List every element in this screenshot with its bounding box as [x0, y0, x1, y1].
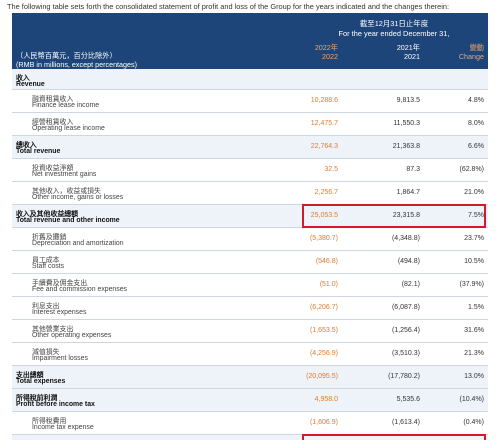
table-row: 手續費及佣金支出 Fee and commission expenses (51.0… [12, 274, 488, 297]
value-2021: (17,780.2) [388, 373, 420, 380]
value-change: 7.5% [468, 212, 484, 219]
value-2022: (6,206.7) [309, 304, 338, 311]
value-change: 10.5% [464, 258, 484, 265]
row-label-en: Other income, gains or losses [32, 194, 124, 201]
table-row: 融資租賃收入 Finance lease income 10,288.6 9,813.… [12, 90, 488, 113]
table-row: 年度利潤Profit for the year3,351.13,922.2(14… [12, 435, 488, 440]
table-row: 投資收益淨額 Net investment gains 32.5 87.3 (62.8%… [12, 159, 488, 182]
value-2022: 12,475.7 [310, 120, 338, 127]
column-header-2021-en: 2021 [404, 52, 420, 61]
row-label-en: Interest expenses [32, 309, 87, 316]
value-2022: (5,380.7) [309, 235, 338, 242]
row-label-en: Revenue [16, 81, 45, 88]
value-2021: 11,550.3 [393, 120, 420, 127]
row-label-en: Impairment losses [32, 355, 88, 362]
period-heading-en: For the year ended December 31, [338, 29, 450, 38]
value-2022: (20,095.5) [306, 373, 338, 380]
units-heading-zh: （人民幣百萬元，百分比除外） [16, 51, 117, 60]
table-row: 所得稅費用 Income tax expense (1,606.9) (1,613.4… [12, 412, 488, 435]
value-change: 4.8% [468, 97, 484, 104]
column-header-change: 變動 Change [459, 43, 484, 61]
page: The following table sets forth the conso… [0, 0, 500, 440]
table-row: 經營租賃收入 Operating lease income 12,475.7 11,5… [12, 113, 488, 136]
value-change: (37.9%) [459, 281, 484, 288]
value-2021: 23,315.8 [392, 212, 420, 219]
column-header-change-zh: 變動 [469, 43, 484, 52]
row-label-en: Income tax expense [32, 424, 94, 431]
value-change: (10.4%) [459, 396, 484, 403]
table-header: 截至12月31日止年度 For the year ended December … [12, 13, 488, 69]
value-2022: 25,053.5 [310, 212, 338, 219]
column-header-2022: 2022年 2022 [315, 43, 338, 61]
table-row: 其他收入，收益或損失 Other income, gains or losses 2… [12, 182, 488, 205]
value-2022: 22,764.3 [310, 143, 338, 150]
value-2021: 9,813.5 [396, 97, 420, 104]
table-row: 所得稅前利潤 Profit before income tax 4,958.0 5,5… [12, 389, 488, 412]
value-change: (0.4%) [463, 419, 484, 426]
value-2021: (1,256.4) [391, 327, 420, 334]
value-2021: (6,087.8) [391, 304, 420, 311]
value-2022: (1,653.5) [309, 327, 338, 334]
row-label-en: Staff costs [32, 263, 65, 270]
row-label-en: Depreciation and amortization [32, 240, 124, 247]
units-heading: （人民幣百萬元，百分比除外） (RMB in millions, except … [16, 51, 137, 69]
table-row: 支出總額 Total expenses (20,095.5) (17,780.2) 13… [12, 366, 488, 389]
column-header-2022-en: 2022 [322, 52, 338, 61]
column-header-2021-zh: 2021年 [396, 43, 420, 52]
value-2022: (51.0) [319, 281, 338, 288]
value-change: 21.0% [464, 189, 484, 196]
value-2021: (82.1) [401, 281, 420, 288]
value-change: 23.7% [464, 235, 484, 242]
period-heading-zh: 截至12月31日止年度 [359, 19, 429, 28]
row-label-en: Total revenue [16, 148, 61, 155]
value-2021: (1,613.4) [391, 419, 420, 426]
profit-loss-table: 截至12月31日止年度 For the year ended December … [12, 13, 488, 440]
row-label-en: Total expenses [16, 378, 66, 385]
value-2021: (3,510.3) [391, 350, 420, 357]
row-label-en: Profit before income tax [16, 401, 95, 408]
value-2022: 10,288.6 [310, 97, 338, 104]
value-2021: (494.8) [397, 258, 420, 265]
value-2022: 32.5 [324, 166, 338, 173]
value-2021: 21,363.8 [392, 143, 420, 150]
value-2021: 87.3 [406, 166, 420, 173]
value-change: 13.0% [464, 373, 484, 380]
value-2022: 4,958.0 [314, 396, 338, 403]
value-change: 31.6% [464, 327, 484, 334]
table-row: 其他營業支出 Other operating expenses (1,653.5)(… [12, 320, 488, 343]
row-label-en: Net investment gains [32, 171, 97, 178]
value-2021: 1,864.7 [396, 189, 420, 196]
row-label-en: Operating lease income [32, 125, 105, 132]
value-change: 1.5% [468, 304, 484, 311]
row-label-en: Fee and commission expenses [32, 286, 127, 293]
value-2022: 2,256.7 [314, 189, 338, 196]
table-row: 利息支出 Interest expenses (6,206.7) (6,087.8) 1… [12, 297, 488, 320]
row-label-en: Finance lease income [32, 102, 100, 109]
column-header-2022-zh: 2022年 [314, 43, 338, 52]
table-row: 折舊及攤銷 Depreciation and amortization (5,380… [12, 228, 488, 251]
value-2022: (546.8) [315, 258, 338, 265]
table-row: 收入 Revenue [12, 69, 488, 90]
value-change: 21.3% [464, 350, 484, 357]
value-2021: (4,348.8) [391, 235, 420, 242]
value-change: 8.0% [468, 120, 484, 127]
table-row: 總收入 Total revenue 22,764.3 21,363.8 6.6% [12, 136, 488, 159]
value-2022: (1,606.9) [309, 419, 338, 426]
table-row: 減值損失 Impairment losses (4,256.9) (3,510.3) 2… [12, 343, 488, 366]
table-row: 員工成本 Staff costs (546.8) (494.8) 10.5% [12, 251, 488, 274]
row-label-en: Other operating expenses [32, 332, 112, 339]
value-2021: 5,535.6 [396, 396, 420, 403]
table-body: 收入 Revenue 融資租賃收入 Finance lease income 10,28… [12, 69, 488, 440]
period-heading: 截至12月31日止年度 For the year ended December … [300, 19, 488, 39]
units-heading-en: (RMB in millions, except percentages) [16, 60, 138, 69]
value-change: (62.8%) [459, 166, 484, 173]
row-label-en: Total revenue and other income [16, 217, 120, 224]
value-2022: (4,256.9) [309, 350, 338, 357]
intro-text: The following table sets forth the conso… [7, 2, 450, 11]
column-header-2021: 2021年 2021 [397, 43, 420, 61]
column-header-change-en: Change [458, 52, 484, 61]
value-change: 6.6% [468, 143, 484, 150]
table-row: 收入及其他收益總額 Total revenue and other income 2… [12, 205, 488, 228]
